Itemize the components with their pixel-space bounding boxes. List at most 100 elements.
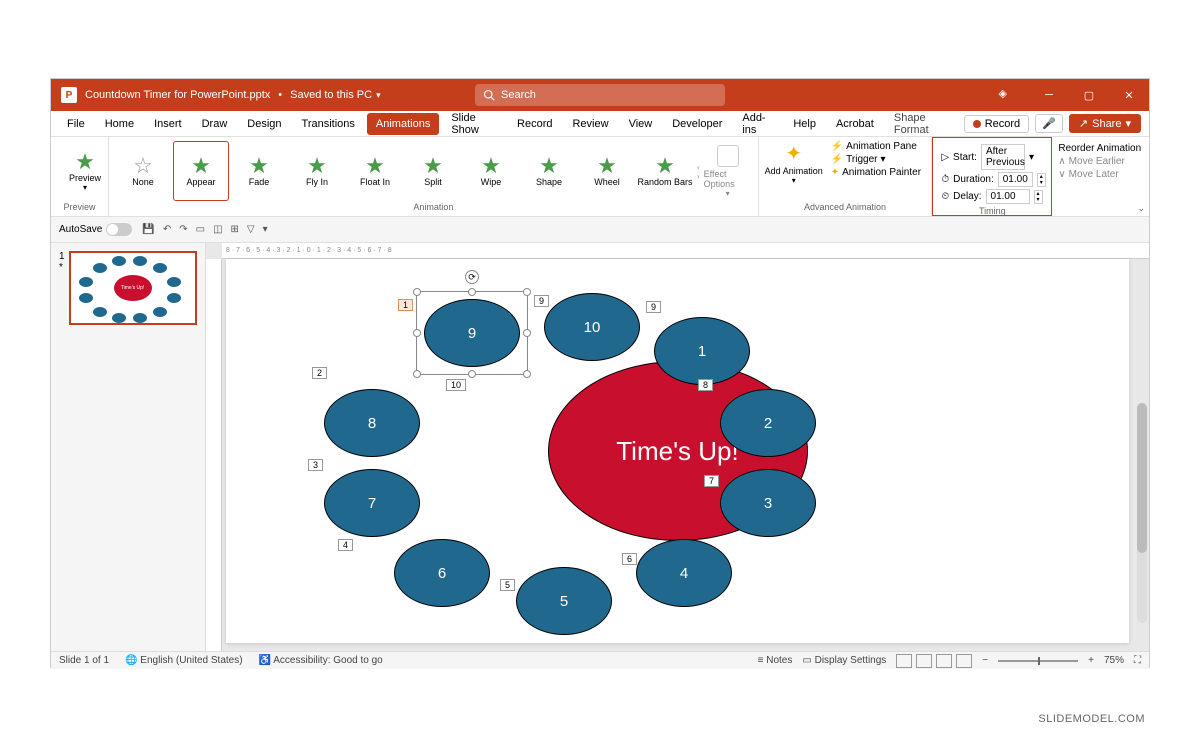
tab-developer[interactable]: Developer [664,114,730,134]
anim-tag-10a[interactable]: 9 [534,295,549,307]
zoom-level[interactable]: 75% [1104,655,1124,666]
tab-slideshow[interactable]: Slide Show [443,108,505,140]
oval-1[interactable]: 1 [654,317,750,385]
display-settings[interactable]: ▭ Display Settings [802,655,886,666]
timing-start[interactable]: ▷ Start: After Previous ▾ [941,144,1043,170]
oval-6[interactable]: 6 [394,539,490,607]
slide-canvas[interactable]: Time's Up! 10 1 2 3 4 5 6 7 8 9 ⟳ [226,259,1129,643]
anim-flyin[interactable]: ★Fly In [289,141,345,201]
fit-window[interactable]: ⛶ [1134,655,1141,666]
language[interactable]: 🌐 English (United States) [125,655,243,666]
anim-tag-1[interactable]: 9 [646,301,661,313]
anim-wipe[interactable]: ★Wipe [463,141,519,201]
selection-box[interactable]: ⟳ [416,291,528,375]
anim-none[interactable]: ☆None [115,141,171,201]
oval-8[interactable]: 8 [324,389,420,457]
handle-sw[interactable] [413,370,421,378]
slide-thumbnail-1[interactable]: Time's Up! [69,251,197,325]
save-state[interactable]: Saved to this PC [290,89,380,101]
qat-icon-2[interactable]: ◫ [213,224,222,235]
anim-tag-7[interactable]: 3 [308,459,323,471]
anim-tag-3[interactable]: 7 [704,475,719,487]
tab-file[interactable]: File [59,114,93,134]
oval-10[interactable]: 10 [544,293,640,361]
vertical-scrollbar[interactable] [1137,403,1147,623]
add-animation[interactable]: ✦Add Animation▾ [765,141,823,185]
tab-home[interactable]: Home [97,114,142,134]
redo-icon[interactable]: ↷ [179,224,187,235]
qat-icon-3[interactable]: ⊞ [231,224,239,235]
anim-tag-5[interactable]: 5 [500,579,515,591]
minimize-button[interactable]: ─ [1029,79,1069,111]
tab-animations[interactable]: Animations [367,113,439,135]
tab-design[interactable]: Design [239,114,289,134]
anim-tag-2[interactable]: 8 [698,379,713,391]
gem-icon[interactable]: ◈ [999,87,1007,100]
oval-5[interactable]: 5 [516,567,612,635]
collapse-ribbon[interactable]: ⌄ [1137,203,1145,214]
animation-painter[interactable]: ✦Animation Painter [831,167,921,178]
oval-2[interactable]: 2 [720,389,816,457]
anim-tag-4[interactable]: 6 [622,553,637,565]
qat-more[interactable]: ▾ [263,224,268,235]
anim-fade[interactable]: ★Fade [231,141,287,201]
anim-tag-8a[interactable]: 2 [312,367,327,379]
zoom-in[interactable]: + [1088,655,1094,666]
timing-duration[interactable]: ⏱ Duration: 01.00▴▾ [941,172,1043,187]
anim-wheel[interactable]: ★Wheel [579,141,635,201]
trigger[interactable]: ⚡Trigger ▾ [831,154,921,165]
undo-icon[interactable]: ↶ [163,224,171,235]
save-icon[interactable]: 💾 [142,224,154,235]
animation-pane[interactable]: ⚡Animation Pane [831,141,921,152]
handle-s[interactable] [468,370,476,378]
qat-icon-4[interactable]: ▽ [247,224,255,235]
effect-options[interactable]: Effect Options▾ [704,141,752,202]
tab-addins[interactable]: Add-ins [734,108,781,140]
mic-button[interactable]: 🎤 [1035,114,1063,133]
handle-se[interactable] [523,370,531,378]
notes-button[interactable]: ≡ Notes [758,655,793,666]
anim-tag-9[interactable]: 1 [398,299,413,311]
maximize-button[interactable]: ▢ [1069,79,1109,111]
rotate-handle[interactable]: ⟳ [465,270,479,284]
handle-w[interactable] [413,329,421,337]
tab-view[interactable]: View [621,114,661,134]
tab-shapeformat[interactable]: Shape Format [886,108,960,140]
oval-3[interactable]: 3 [720,469,816,537]
handle-nw[interactable] [413,288,421,296]
tab-draw[interactable]: Draw [194,114,236,134]
handle-n[interactable] [468,288,476,296]
anim-appear[interactable]: ★Appear [173,141,229,201]
share-button[interactable]: ↗ Share ▾ [1069,114,1141,133]
move-later[interactable]: ∨ Move Later [1058,169,1143,180]
tab-acrobat[interactable]: Acrobat [828,114,882,134]
tab-review[interactable]: Review [564,114,616,134]
anim-tag-10b[interactable]: 10 [446,379,466,391]
tab-help[interactable]: Help [785,114,824,134]
accessibility[interactable]: ♿ Accessibility: Good to go [259,655,383,666]
zoom-slider[interactable] [998,660,1078,662]
slide-indicator[interactable]: Slide 1 of 1 [59,655,109,666]
timing-delay[interactable]: ⏲ Delay: 01.00▴▾ [941,189,1043,204]
view-buttons[interactable] [896,654,972,668]
anim-randombars[interactable]: ★Random Bars [637,141,693,201]
qat-icon-1[interactable]: ▭ [196,224,205,235]
tab-transitions[interactable]: Transitions [294,114,363,134]
handle-ne[interactable] [523,288,531,296]
zoom-out[interactable]: − [982,655,988,666]
preview-button[interactable]: ★Preview▾ [57,141,113,201]
anim-floatin[interactable]: ★Float In [347,141,403,201]
tab-insert[interactable]: Insert [146,114,190,134]
oval-7[interactable]: 7 [324,469,420,537]
autosave-toggle[interactable] [106,223,132,236]
oval-4[interactable]: 4 [636,539,732,607]
search-box[interactable]: Search [475,84,725,106]
handle-e[interactable] [523,329,531,337]
anim-shape[interactable]: ★Shape [521,141,577,201]
tab-record[interactable]: Record [509,114,560,134]
close-button[interactable]: ✕ [1109,79,1149,111]
move-earlier[interactable]: ∧ Move Earlier [1058,156,1143,167]
anim-split[interactable]: ★Split [405,141,461,201]
anim-tag-6[interactable]: 4 [338,539,353,551]
record-button[interactable]: Record [964,115,1029,133]
